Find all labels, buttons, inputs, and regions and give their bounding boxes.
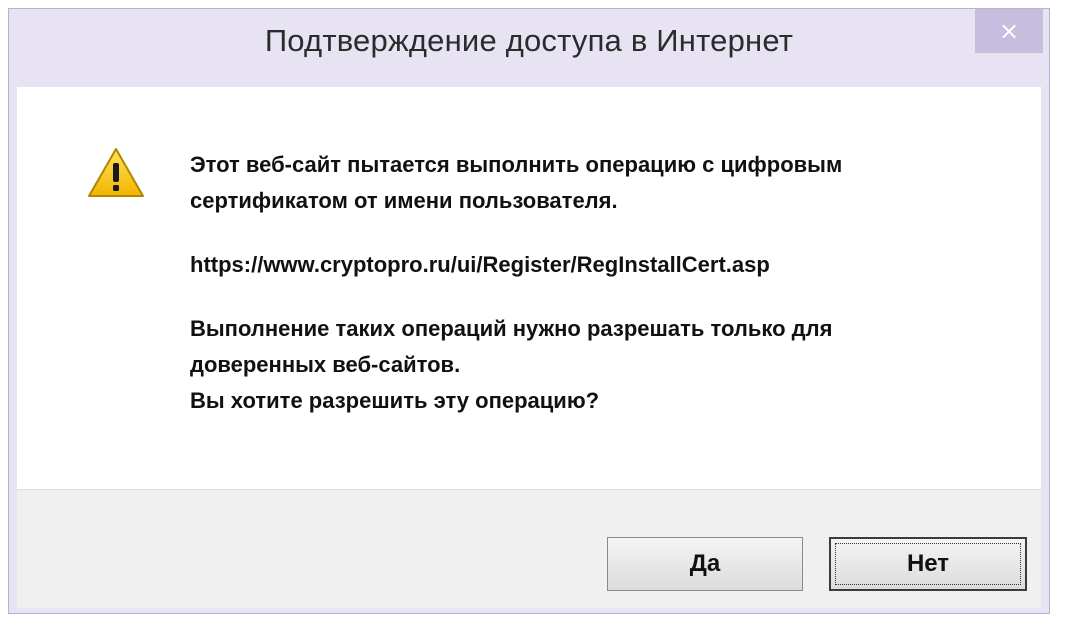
yes-button-label: Да	[689, 550, 721, 577]
close-icon: ×	[998, 17, 1020, 45]
no-button[interactable]: Нет	[829, 537, 1027, 591]
dialog-message: Этот веб-сайт пытается выполнить операци…	[190, 147, 1010, 419]
yes-button[interactable]: Да	[607, 537, 803, 591]
message-line-5: Вы хотите разрешить эту операцию?	[190, 388, 600, 413]
warning-icon	[88, 148, 144, 197]
close-button[interactable]: ×	[975, 9, 1043, 53]
message-line-2: сертификатом от имени пользователя.	[190, 188, 618, 213]
internet-access-confirmation-dialog: Подтверждение доступа в Интернет × Этот …	[8, 8, 1050, 614]
dialog-title: Подтверждение доступа в Интернет	[264, 23, 794, 58]
dialog-button-bar: Да Нет	[17, 489, 1041, 608]
message-line-4: доверенных веб-сайтов.	[190, 352, 461, 377]
dialog-content: Этот веб-сайт пытается выполнить операци…	[17, 87, 1041, 489]
message-line-3: Выполнение таких операций нужно разрешат…	[190, 316, 833, 341]
message-line-1: Этот веб-сайт пытается выполнить операци…	[190, 152, 843, 177]
no-button-label: Нет	[906, 550, 950, 577]
site-url: https://www.cryptopro.ru/ui/Register/Reg…	[190, 252, 770, 277]
dialog-titlebar: Подтверждение доступа в Интернет ×	[9, 9, 1049, 87]
